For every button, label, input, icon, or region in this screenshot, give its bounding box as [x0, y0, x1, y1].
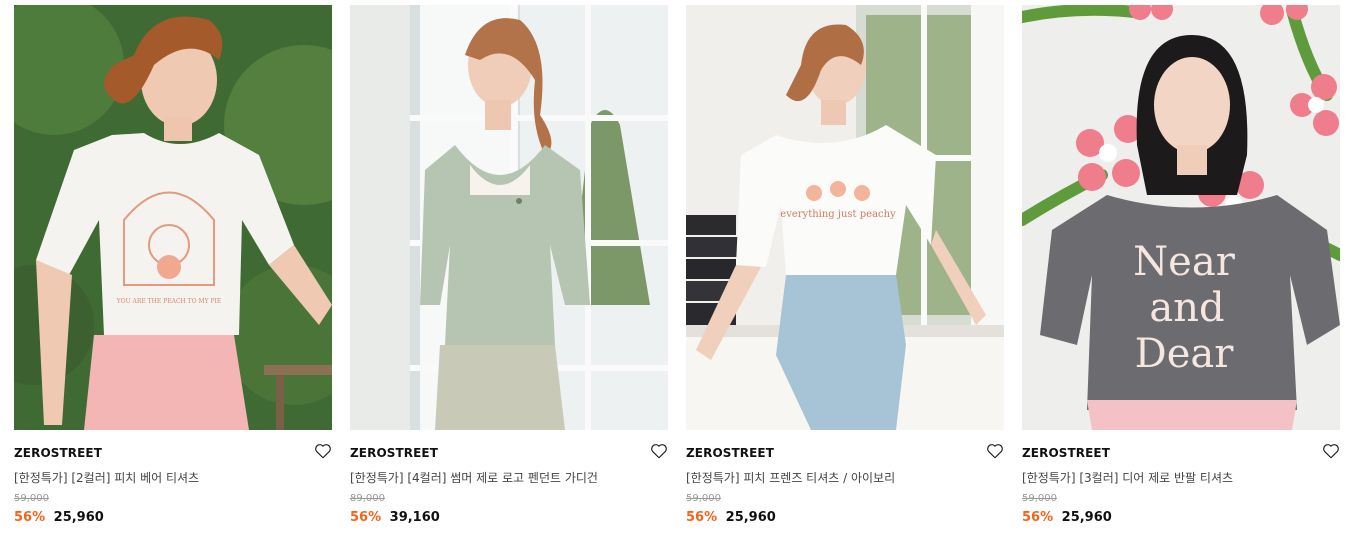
original-price: 59,000 [686, 493, 721, 504]
product-title[interactable]: [한정특가] [2컬러] 피치 베어 티셔츠 [14, 469, 199, 486]
product-grid: YOU ARE THE PEACH TO MY PIE ZEROSTREET [… [0, 0, 1348, 535]
brand-name[interactable]: ZEROSTREET [1022, 446, 1110, 460]
discount-rate: 56% [686, 510, 718, 525]
sale-price: 25,960 [725, 510, 776, 525]
discount-rate: 56% [14, 510, 46, 525]
sale-price: 25,960 [53, 510, 104, 525]
original-price: 89,000 [350, 493, 385, 504]
price-row: 56% 25,960 [14, 510, 104, 525]
product-image[interactable]: everything just peachy [686, 5, 1004, 430]
heart-icon[interactable] [986, 442, 1004, 460]
product-card[interactable]: YOU ARE THE PEACH TO MY PIE ZEROSTREET [… [14, 5, 332, 530]
product-card[interactable]: Near and Dear ZEROSTREET [한정특가] [3컬러] 디어… [1022, 5, 1340, 530]
product-title[interactable]: [한정특가] [3컬러] 디어 제로 반팔 티셔츠 [1022, 469, 1233, 486]
price-row: 56% 25,960 [686, 510, 776, 525]
shirt-print-text: Near and Dear [1133, 239, 1236, 377]
price-row: 56% 39,160 [350, 510, 440, 525]
product-title[interactable]: [한정특가] [4컬러] 썸머 제로 로고 펜던트 가디건 [350, 469, 598, 486]
shirt-print-text: everything just peachy [780, 209, 896, 220]
product-card[interactable]: everything just peachy ZEROSTREET [한정특가]… [686, 5, 1004, 530]
brand-name[interactable]: ZEROSTREET [350, 446, 438, 460]
svg-text:and: and [1149, 285, 1224, 331]
discount-rate: 56% [350, 510, 382, 525]
price-row: 56% 25,960 [1022, 510, 1112, 525]
heart-icon[interactable] [1322, 442, 1340, 460]
svg-text:Dear: Dear [1135, 331, 1235, 377]
product-image[interactable]: YOU ARE THE PEACH TO MY PIE [14, 5, 332, 430]
heart-icon[interactable] [650, 442, 668, 460]
discount-rate: 56% [1022, 510, 1054, 525]
original-price: 59,000 [14, 493, 49, 504]
shirt-print-text: YOU ARE THE PEACH TO MY PIE [116, 298, 222, 305]
original-price: 59,000 [1022, 493, 1057, 504]
svg-text:Near: Near [1133, 239, 1236, 285]
sale-price: 25,960 [1061, 510, 1112, 525]
product-image[interactable] [350, 5, 668, 430]
sale-price: 39,160 [389, 510, 440, 525]
brand-name[interactable]: ZEROSTREET [14, 446, 102, 460]
product-card[interactable]: ZEROSTREET [한정특가] [4컬러] 썸머 제로 로고 펜던트 가디건… [350, 5, 668, 530]
product-image[interactable]: Near and Dear [1022, 5, 1340, 430]
heart-icon[interactable] [314, 442, 332, 460]
brand-name[interactable]: ZEROSTREET [686, 446, 774, 460]
product-title[interactable]: [한정특가] 피치 프렌즈 티셔츠 / 아이보리 [686, 469, 895, 486]
